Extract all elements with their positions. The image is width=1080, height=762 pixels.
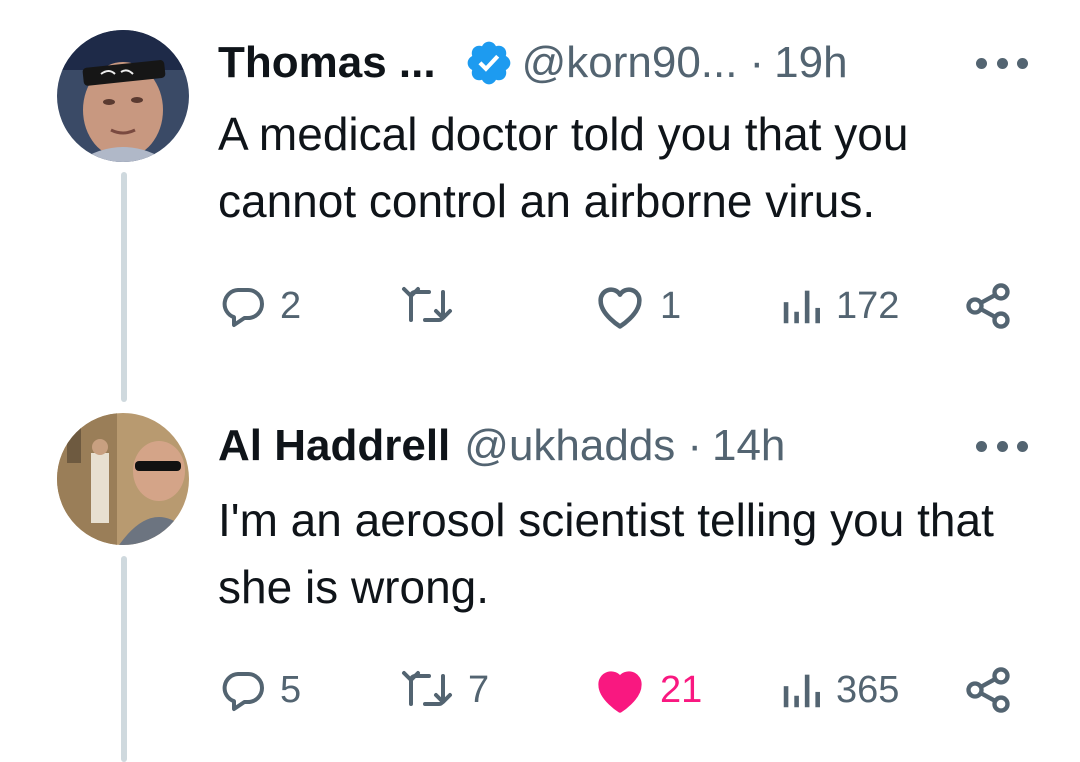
reply-button[interactable]: 5 [218, 662, 301, 718]
thread-line [121, 172, 127, 402]
like-button[interactable]: 21 [592, 662, 702, 718]
reply-button[interactable]: 2 [218, 278, 301, 334]
share-button[interactable] [962, 278, 1014, 334]
views-button[interactable]: 365 [778, 662, 899, 718]
retweet-button[interactable]: 7 [398, 662, 489, 718]
avatar[interactable] [57, 413, 189, 545]
share-icon [966, 283, 1010, 329]
like-icon [598, 671, 642, 713]
reply-count: 5 [280, 668, 302, 711]
retweet-button[interactable] [398, 278, 468, 334]
verified-badge-icon [464, 38, 514, 88]
reply-icon [222, 672, 264, 711]
reply-count: 2 [280, 284, 302, 327]
views-count: 172 [836, 284, 900, 327]
handle[interactable]: @korn90... [522, 38, 738, 88]
display-name[interactable]: Al Haddrell [218, 421, 450, 471]
views-icon [783, 290, 820, 324]
retweet-icon [402, 671, 452, 706]
timestamp[interactable]: 14h [712, 421, 785, 471]
tweet-text: I'm an aerosol scientist telling you tha… [218, 494, 994, 613]
timestamp[interactable]: 19h [774, 38, 847, 88]
tweet-actions: 2 1 172 [218, 278, 1028, 334]
handle[interactable]: @ukhadds [464, 421, 675, 471]
views-icon [783, 674, 820, 708]
tweet-header: Al Haddrell @ukhadds · 14h [218, 416, 1028, 476]
more-icon[interactable] [976, 422, 1028, 470]
separator: · [749, 38, 765, 87]
retweet-icon [402, 287, 452, 322]
like-icon [598, 287, 642, 329]
views-count: 365 [836, 668, 900, 711]
more-icon[interactable] [976, 39, 1028, 87]
reply-icon [222, 288, 264, 327]
share-button[interactable] [962, 662, 1014, 718]
share-icon [966, 667, 1010, 713]
like-count: 1 [660, 284, 682, 327]
avatar[interactable] [57, 30, 189, 162]
thread-line [121, 556, 127, 762]
tweet-actions: 5 7 21 365 [218, 662, 1028, 718]
tweet-text: A medical doctor told you that you canno… [218, 108, 909, 227]
retweet-count: 7 [468, 668, 490, 711]
like-button[interactable]: 1 [592, 278, 681, 334]
views-button[interactable]: 172 [778, 278, 899, 334]
display-name[interactable]: Thomas ... [218, 38, 436, 88]
separator: · [687, 421, 702, 470]
tweet-header: Thomas ... @korn90... · 19h [218, 33, 1028, 93]
like-count: 21 [660, 668, 703, 711]
